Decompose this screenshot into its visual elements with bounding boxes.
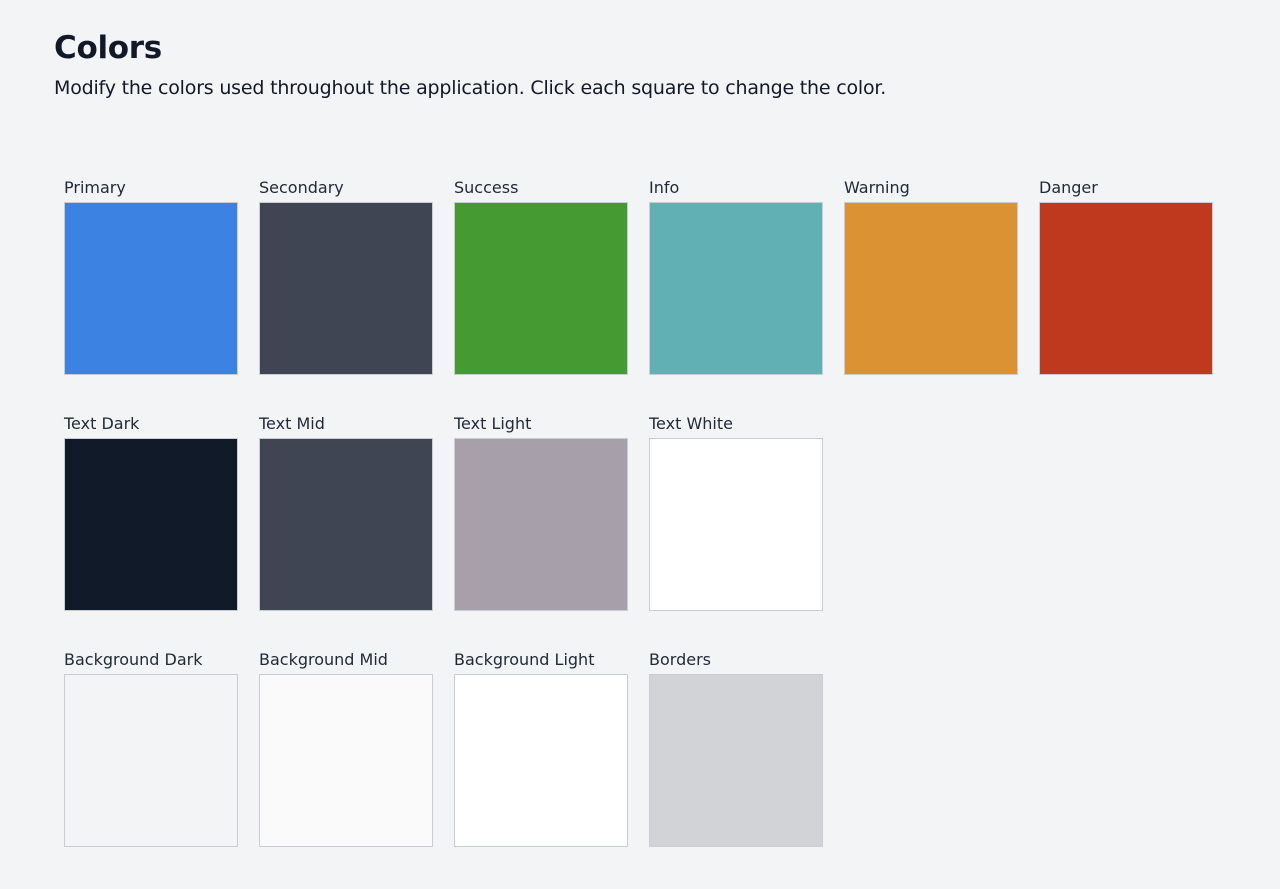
color-square-background-mid[interactable] bbox=[259, 674, 433, 847]
swatch-primary: Primary bbox=[64, 178, 238, 414]
swatch-label: Text Mid bbox=[259, 414, 325, 433]
swatch-label: Background Dark bbox=[64, 650, 203, 669]
swatch-background-mid: Background Mid bbox=[259, 650, 433, 886]
color-square-borders[interactable] bbox=[649, 674, 823, 847]
swatch-label: Background Light bbox=[454, 650, 595, 669]
swatch-label: Primary bbox=[64, 178, 126, 197]
swatch-label: Success bbox=[454, 178, 519, 197]
swatch-secondary: Secondary bbox=[259, 178, 433, 414]
swatch-background-dark: Background Dark bbox=[64, 650, 238, 886]
swatch-info: Info bbox=[649, 178, 823, 414]
page-title: Colors bbox=[54, 30, 162, 66]
color-square-text-white[interactable] bbox=[649, 438, 823, 611]
swatch-text-white: Text White bbox=[649, 414, 823, 650]
swatch-row-main: Primary Secondary Success Info Warning D… bbox=[64, 178, 1234, 414]
colors-page: Colors Modify the colors used throughout… bbox=[0, 0, 1280, 889]
swatch-label: Text White bbox=[649, 414, 733, 433]
swatch-row-background: Background Dark Background Mid Backgroun… bbox=[64, 650, 1234, 886]
swatch-label: Text Light bbox=[454, 414, 532, 433]
swatch-label: Text Dark bbox=[64, 414, 140, 433]
color-square-text-light[interactable] bbox=[454, 438, 628, 611]
swatch-row-text: Text Dark Text Mid Text Light Text White bbox=[64, 414, 1234, 650]
swatch-label: Background Mid bbox=[259, 650, 388, 669]
swatch-success: Success bbox=[454, 178, 628, 414]
swatch-background-light: Background Light bbox=[454, 650, 628, 886]
swatch-text-dark: Text Dark bbox=[64, 414, 238, 650]
color-square-secondary[interactable] bbox=[259, 202, 433, 375]
swatch-danger: Danger bbox=[1039, 178, 1213, 414]
swatch-text-mid: Text Mid bbox=[259, 414, 433, 650]
page-description: Modify the colors used throughout the ap… bbox=[54, 77, 887, 99]
color-square-background-light[interactable] bbox=[454, 674, 628, 847]
color-square-text-dark[interactable] bbox=[64, 438, 238, 611]
color-square-text-mid[interactable] bbox=[259, 438, 433, 611]
color-square-primary[interactable] bbox=[64, 202, 238, 375]
color-swatch-grid: Primary Secondary Success Info Warning D… bbox=[64, 178, 1234, 886]
swatch-label: Warning bbox=[844, 178, 910, 197]
color-square-danger[interactable] bbox=[1039, 202, 1213, 375]
swatch-label: Danger bbox=[1039, 178, 1098, 197]
color-square-success[interactable] bbox=[454, 202, 628, 375]
swatch-label: Borders bbox=[649, 650, 711, 669]
swatch-label: Secondary bbox=[259, 178, 344, 197]
swatch-label: Info bbox=[649, 178, 680, 197]
color-square-info[interactable] bbox=[649, 202, 823, 375]
swatch-borders: Borders bbox=[649, 650, 823, 886]
color-square-background-dark[interactable] bbox=[64, 674, 238, 847]
swatch-text-light: Text Light bbox=[454, 414, 628, 650]
color-square-warning[interactable] bbox=[844, 202, 1018, 375]
swatch-warning: Warning bbox=[844, 178, 1018, 414]
